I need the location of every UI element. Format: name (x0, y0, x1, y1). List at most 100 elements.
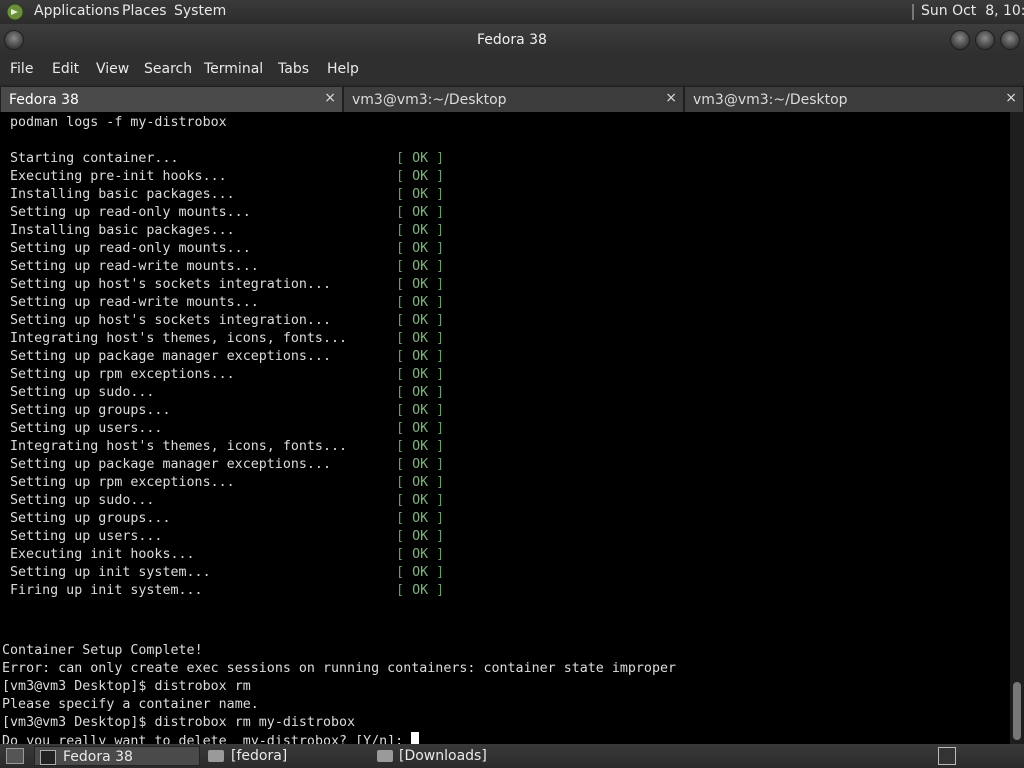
ok-status: [ OK ] (396, 384, 444, 402)
taskbar-label: Fedora 38 (63, 749, 133, 765)
tab-bar: Fedora 38 × vm3@vm3:~/Desktop × vm3@vm3:… (0, 84, 1024, 112)
ok-bracket: [ (396, 187, 413, 202)
ok-bracket: ] (428, 277, 445, 292)
command-line: podman logs -f my-distrobox (10, 115, 227, 130)
tab-label: Fedora 38 (9, 92, 79, 108)
ok-status: [ OK ] (396, 330, 444, 348)
ok-bracket: ] (428, 259, 445, 274)
ok-bracket: ] (428, 475, 445, 490)
maximize-button[interactable] (975, 30, 995, 50)
ok-bracket: [ (396, 205, 413, 220)
ok-bracket: [ (396, 313, 413, 328)
ok-label: OK (412, 421, 429, 436)
show-desktop-button[interactable] (4, 746, 28, 766)
tab-desktop-2[interactable]: vm3@vm3:~/Desktop × (684, 86, 1024, 112)
log-line: Setting up init system... (10, 565, 211, 580)
ok-bracket: ] (428, 529, 445, 544)
menu-edit[interactable]: Edit (52, 61, 79, 77)
close-button[interactable] (1000, 30, 1020, 50)
log-line: Installing basic packages... (10, 223, 235, 238)
ok-status: [ OK ] (396, 366, 444, 384)
log-line: Installing basic packages... (10, 187, 235, 202)
ok-label: OK (412, 439, 429, 454)
ok-bracket: ] (428, 313, 445, 328)
menu-help[interactable]: Help (327, 61, 359, 77)
log-line: Setting up host's sockets integration... (10, 277, 331, 292)
scrollbar[interactable] (1010, 112, 1024, 744)
menu-file[interactable]: File (10, 61, 33, 77)
ok-status: [ OK ] (396, 150, 444, 168)
ok-bracket: [ (396, 349, 413, 364)
ok-status: [ OK ] (396, 348, 444, 366)
menu-terminal[interactable]: Terminal (204, 61, 263, 77)
ok-label: OK (412, 277, 429, 292)
ok-bracket: [ (396, 421, 413, 436)
close-tab-icon[interactable]: × (324, 90, 336, 106)
places-menu[interactable]: Places (122, 3, 167, 19)
taskbar-item-downloads[interactable]: [Downloads] (373, 746, 539, 766)
ok-status: [ OK ] (396, 294, 444, 312)
ok-status: [ OK ] (396, 168, 444, 186)
ok-label: OK (412, 205, 429, 220)
ok-bracket: ] (428, 583, 445, 598)
workspace-switcher[interactable] (936, 746, 960, 766)
scrollbar-thumb[interactable] (1013, 682, 1021, 740)
ok-bracket: ] (428, 403, 445, 418)
taskbar-label: [fedora] (231, 748, 288, 764)
ok-bracket: ] (428, 421, 445, 436)
ok-status: [ OK ] (396, 528, 444, 546)
ok-label: OK (412, 385, 429, 400)
close-tab-icon[interactable]: × (665, 90, 677, 106)
folder-icon (208, 750, 224, 762)
ok-status: [ OK ] (396, 474, 444, 492)
applications-menu[interactable]: Applications (34, 3, 120, 19)
panel-separator (912, 4, 914, 20)
clock[interactable]: Sun Oct 8, 10:24 (921, 3, 1024, 19)
log-line: Setting up sudo... (10, 385, 155, 400)
prompt-line: [vm3@vm3 Desktop]$ distrobox rm my-distr… (2, 715, 356, 730)
ok-label: OK (412, 187, 429, 202)
close-tab-icon[interactable]: × (1005, 90, 1017, 106)
ok-label: OK (412, 151, 429, 166)
ok-bracket: ] (428, 367, 445, 382)
show-desktop-icon (6, 748, 24, 764)
ok-bracket: ] (428, 439, 445, 454)
ok-bracket: ] (428, 241, 445, 256)
ok-bracket: [ (396, 493, 413, 508)
ok-bracket: [ (396, 511, 413, 526)
menu-search[interactable]: Search (144, 61, 192, 77)
taskbar-item-fedora[interactable]: [fedora] (204, 746, 370, 766)
terminal-output[interactable]: podman logs -f my-distrobox Starting con… (0, 112, 1010, 749)
ok-bracket: [ (396, 403, 413, 418)
ok-status: [ OK ] (396, 186, 444, 204)
ok-bracket: [ (396, 565, 413, 580)
ok-label: OK (412, 457, 429, 472)
ok-bracket: ] (428, 457, 445, 472)
title-bar[interactable]: Fedora 38 (0, 24, 1024, 56)
ok-status: [ OK ] (396, 222, 444, 240)
tab-desktop-1[interactable]: vm3@vm3:~/Desktop × (343, 86, 684, 112)
menu-bar: File Edit View Search Terminal Tabs Help (0, 56, 1024, 84)
prompt-line: [vm3@vm3 Desktop]$ distrobox rm (2, 679, 251, 694)
ok-bracket: [ (396, 259, 413, 274)
log-line: Setting up users... (10, 529, 163, 544)
taskbar-item-fedora-38[interactable]: Fedora 38 (34, 746, 200, 766)
ok-status: [ OK ] (396, 546, 444, 564)
ok-status: [ OK ] (396, 564, 444, 582)
log-line: Executing init hooks... (10, 547, 195, 562)
log-line: Setting up read-write mounts... (10, 259, 259, 274)
ok-status: [ OK ] (396, 456, 444, 474)
ok-bracket: [ (396, 385, 413, 400)
menu-tabs[interactable]: Tabs (278, 61, 309, 77)
ok-label: OK (412, 547, 429, 562)
ok-label: OK (412, 493, 429, 508)
ok-bracket: ] (428, 223, 445, 238)
ok-label: OK (412, 511, 429, 526)
tab-fedora-38[interactable]: Fedora 38 × (0, 86, 343, 112)
ok-bracket: [ (396, 241, 413, 256)
system-menu[interactable]: System (174, 3, 226, 19)
ok-bracket: [ (396, 367, 413, 382)
menu-view[interactable]: View (96, 61, 129, 77)
minimize-button[interactable] (950, 30, 970, 50)
gnome-foot-icon[interactable] (6, 3, 24, 21)
